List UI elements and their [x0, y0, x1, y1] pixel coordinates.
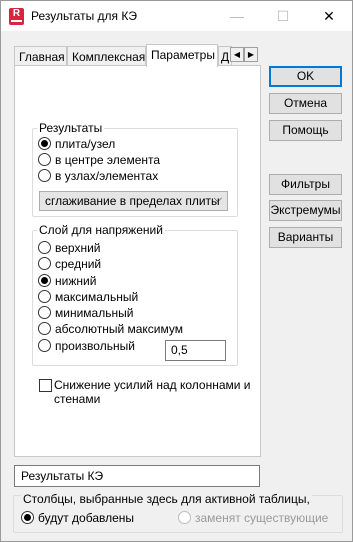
close-button[interactable]: ✕ [306, 1, 352, 31]
tab-parameters[interactable]: Параметры [146, 44, 218, 67]
title-bar: R Результаты для КЭ — ☐ ✕ [1, 1, 352, 31]
dialog-window: R Результаты для КЭ — ☐ ✕ Главная Компле… [0, 0, 353, 542]
radio-element-center[interactable] [38, 153, 51, 166]
radio-nodes-elements[interactable] [38, 169, 51, 182]
radio-top-label: верхний [55, 241, 101, 255]
radio-maximal-label: максимальный [55, 290, 139, 304]
help-button[interactable]: Помощь [269, 120, 342, 141]
columns-group-label: Столбцы, выбранные здесь для активной та… [21, 492, 312, 506]
filters-button[interactable]: Фильтры [269, 174, 342, 195]
arbitrary-layer-input[interactable]: 0,5 [165, 340, 226, 361]
radio-element-center-label: в центре элемента [55, 153, 161, 167]
radio-arbitrary-label: произвольный [55, 339, 135, 353]
radio-plate-node-label: плита/узел [55, 137, 116, 151]
table-name-input[interactable]: Результаты КЭ [14, 465, 260, 487]
radio-bottom-label: нижний [55, 274, 97, 288]
app-logo-icon: R [9, 8, 24, 25]
ok-button[interactable]: OK [269, 66, 342, 87]
radio-maximal[interactable] [38, 290, 51, 303]
radio-replace-existing[interactable] [178, 511, 191, 524]
stress-layer-group-label: Слой для напряжений [37, 223, 165, 237]
reduction-checkbox-label-line1: Снижение усилий над колоннами и [54, 378, 251, 392]
radio-absolute-max[interactable] [38, 322, 51, 335]
radio-middle[interactable] [38, 257, 51, 270]
radio-arbitrary[interactable] [38, 339, 51, 352]
tab-complex[interactable]: Комплексная [67, 46, 146, 66]
radio-bottom[interactable] [38, 274, 51, 287]
reduction-checkbox[interactable] [39, 379, 52, 392]
radio-plate-node[interactable] [38, 137, 51, 150]
radio-replace-existing-label: заменят существующие [195, 511, 329, 525]
variants-button[interactable]: Варианты [269, 227, 342, 248]
radio-absolute-max-label: абсолютный максимум [55, 322, 183, 336]
tab-main[interactable]: Главная [14, 46, 67, 66]
minimize-button[interactable]: — [214, 1, 260, 31]
radio-middle-label: средний [55, 257, 102, 271]
radio-top[interactable] [38, 241, 51, 254]
smoothing-value: сглаживание в пределах плиты [45, 194, 220, 208]
radio-nodes-elements-label: в узлах/элементах [55, 169, 159, 183]
chevron-down-icon: ⌵ [213, 193, 222, 205]
window-title: Результаты для КЭ [31, 9, 137, 23]
radio-minimal-label: минимальный [55, 306, 134, 320]
extrema-button[interactable]: Экстремумы [269, 200, 342, 221]
maximize-button[interactable]: ☐ [260, 1, 306, 31]
tab-scroll-left-icon[interactable]: ◀ [230, 47, 244, 62]
results-group-label: Результаты [37, 121, 105, 135]
smoothing-dropdown[interactable]: сглаживание в пределах плиты ⌵ [39, 191, 228, 211]
cancel-button[interactable]: Отмена [269, 93, 342, 114]
tab-scroll-right-icon[interactable]: ▶ [244, 47, 258, 62]
reduction-checkbox-label-line2: стенами [54, 392, 101, 406]
radio-will-be-added[interactable] [21, 511, 34, 524]
radio-will-be-added-label: будут добавлены [38, 511, 135, 525]
radio-minimal[interactable] [38, 306, 51, 319]
